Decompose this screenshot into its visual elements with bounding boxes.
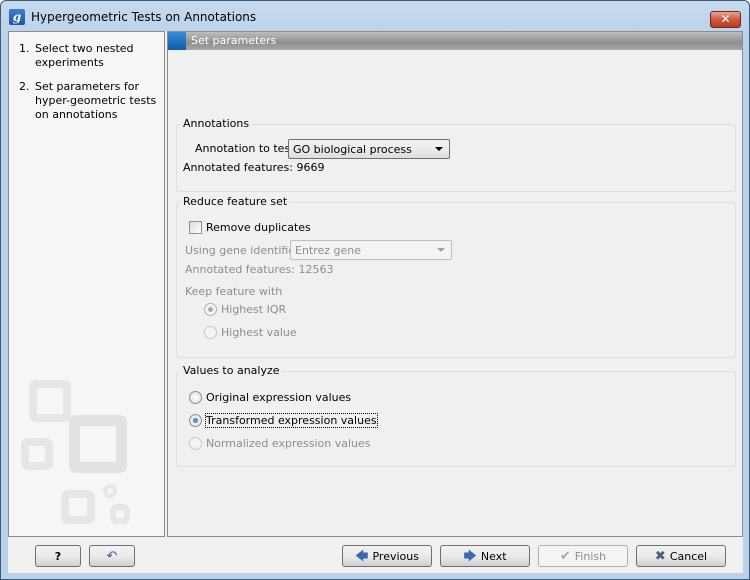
cancel-x-icon: ✖ bbox=[654, 548, 666, 564]
chevron-down-icon bbox=[437, 248, 445, 252]
close-icon: ✕ bbox=[720, 12, 731, 26]
highest-value-label[interactable]: Highest value bbox=[221, 326, 297, 339]
reset-button[interactable]: ↶ bbox=[89, 545, 135, 567]
wizard-steps-panel: 1. Select two nested experiments 2. Set … bbox=[8, 31, 165, 537]
step-number: 2. bbox=[19, 80, 30, 93]
app-icon: g bbox=[9, 9, 25, 25]
transformed-values-radio[interactable] bbox=[189, 414, 202, 427]
step-label: Select two nested experiments bbox=[35, 42, 134, 69]
keep-feature-label: Keep feature with bbox=[185, 285, 283, 298]
decorative-square bbox=[103, 484, 117, 498]
original-values-label[interactable]: Original expression values bbox=[206, 391, 351, 404]
reset-icon: ↶ bbox=[106, 548, 118, 564]
values-to-analyze-legend: Values to analyze bbox=[181, 364, 282, 377]
decorative-square bbox=[69, 415, 127, 473]
header-accent bbox=[168, 32, 186, 50]
panel-title: Set parameters bbox=[191, 34, 277, 47]
transformed-values-label[interactable]: Transformed expression values bbox=[205, 413, 378, 428]
annotation-select-value: GO biological process bbox=[293, 143, 412, 156]
annotated-features-label: Annotated features: 9669 bbox=[183, 161, 324, 174]
annotated-features-value: 12563 bbox=[298, 263, 334, 276]
decorative-square bbox=[110, 504, 130, 524]
decorative-square bbox=[29, 380, 71, 422]
next-label: Next bbox=[480, 549, 507, 563]
reduce-feature-set-legend: Reduce feature set bbox=[181, 195, 290, 208]
annotated-features-text: Annotated features: bbox=[183, 161, 293, 174]
highest-iqr-label[interactable]: Highest IQR bbox=[221, 303, 286, 316]
gene-identifier-value: Entrez gene bbox=[295, 244, 362, 257]
checkmark-icon: ✔ bbox=[559, 548, 571, 564]
annotated-features-value: 9669 bbox=[296, 161, 325, 174]
normalized-values-radio[interactable] bbox=[189, 437, 202, 450]
parameters-panel: Set parameters Annotations Annotation to… bbox=[167, 31, 743, 537]
help-icon: ? bbox=[54, 549, 62, 563]
help-button[interactable]: ? bbox=[35, 545, 81, 567]
step-number: 1. bbox=[19, 42, 30, 55]
step-label: Set parameters for hyper-geometric tests… bbox=[35, 80, 157, 121]
next-button[interactable]: 🡆 Next bbox=[440, 545, 530, 567]
normalized-values-label[interactable]: Normalized expression values bbox=[206, 437, 370, 450]
previous-button[interactable]: 🡄 Previous bbox=[342, 545, 432, 567]
finish-label: Finish bbox=[574, 549, 607, 563]
annotated-features-text: Annotated features: bbox=[185, 263, 295, 276]
values-to-analyze-group: Values to analyze Original expression va… bbox=[176, 364, 736, 467]
gene-identifier-select[interactable]: Entrez gene bbox=[290, 240, 452, 260]
finish-button[interactable]: ✔ Finish bbox=[538, 545, 628, 567]
highest-value-radio[interactable] bbox=[204, 326, 217, 339]
annotation-to-test-label: Annotation to test bbox=[195, 142, 295, 155]
arrow-right-icon: 🡆 bbox=[463, 548, 477, 564]
previous-label: Previous bbox=[372, 549, 419, 563]
wizard-step-2: 2. Set parameters for hyper-geometric te… bbox=[19, 80, 164, 122]
remove-duplicates-label[interactable]: Remove duplicates bbox=[206, 221, 311, 234]
original-values-radio[interactable] bbox=[189, 391, 202, 404]
cancel-button[interactable]: ✖ Cancel bbox=[636, 545, 726, 567]
annotations-group: Annotations Annotation to test GO biolog… bbox=[176, 117, 736, 192]
annotations-legend: Annotations bbox=[181, 117, 252, 130]
chevron-down-icon bbox=[435, 147, 443, 151]
window-title: Hypergeometric Tests on Annotations bbox=[31, 10, 257, 24]
highest-iqr-radio[interactable] bbox=[204, 303, 217, 316]
button-bar: ? ↶ 🡄 Previous 🡆 Next ✔ Finish ✖ Cancel bbox=[8, 537, 743, 573]
reduce-annotated-features: Annotated features: 12563 bbox=[185, 263, 333, 276]
reduce-feature-set-group: Reduce feature set Remove duplicates Usi… bbox=[176, 195, 736, 358]
dialog-client: 1. Select two nested experiments 2. Set … bbox=[8, 31, 743, 573]
title-bar[interactable]: g Hypergeometric Tests on Annotations ✕ bbox=[1, 1, 749, 31]
wizard-step-1: 1. Select two nested experiments bbox=[19, 42, 164, 70]
dialog-window: g Hypergeometric Tests on Annotations ✕ … bbox=[0, 0, 750, 580]
cancel-label: Cancel bbox=[669, 549, 708, 563]
panel-header: Set parameters bbox=[168, 32, 742, 50]
arrow-left-icon: 🡄 bbox=[355, 548, 369, 564]
remove-duplicates-checkbox[interactable] bbox=[189, 221, 202, 234]
decorative-square bbox=[21, 438, 53, 470]
close-button[interactable]: ✕ bbox=[710, 11, 741, 28]
decorative-square bbox=[61, 490, 95, 524]
gene-identifier-label: Using gene identifier bbox=[185, 244, 300, 257]
annotation-to-test-select[interactable]: GO biological process bbox=[288, 139, 450, 159]
